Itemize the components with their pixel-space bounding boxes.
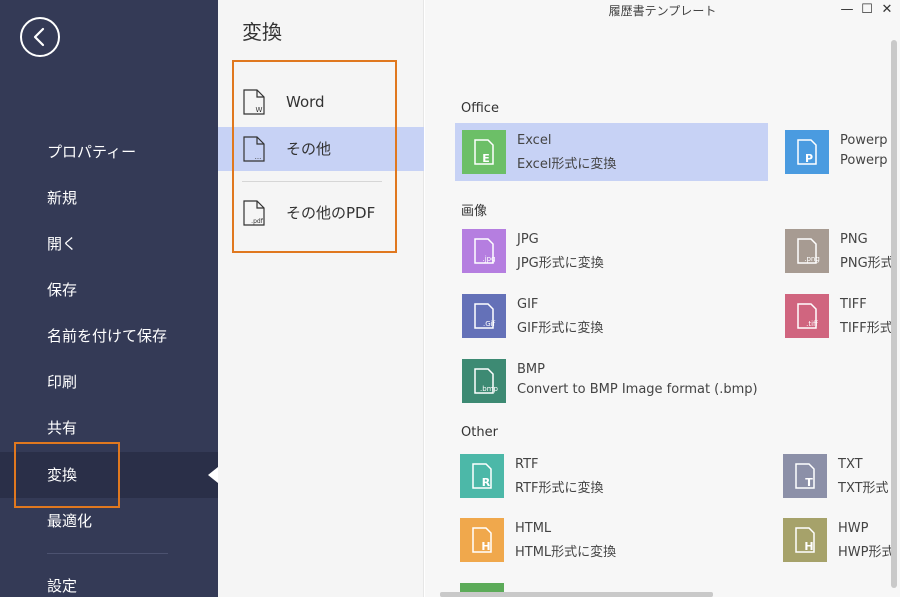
sidebar-item-share[interactable]: 共有 — [0, 405, 218, 451]
convert-submenu-panel: 変換 W Word ... その他 .pdf その他のPDF — [218, 0, 424, 597]
close-button[interactable]: ✕ — [879, 2, 895, 18]
other-icon-caption: ... — [255, 153, 262, 161]
powerpoint-icon-badge: P — [805, 152, 813, 165]
submenu-divider — [242, 181, 382, 182]
tile-name: BMP — [517, 362, 545, 377]
jpg-icon-badge: .jpg — [482, 255, 495, 263]
panel-title: 変換 — [242, 20, 282, 44]
back-arrow-icon — [33, 27, 45, 47]
tile-description: RTF形式に変換 — [515, 481, 604, 496]
tile-description: PNG形式 — [840, 256, 894, 271]
sidebar-item-save[interactable]: 保存 — [0, 267, 218, 313]
vertical-scrollbar[interactable] — [891, 40, 897, 588]
sidebar-item-print[interactable]: 印刷 — [0, 359, 218, 405]
tile-name: HTML — [515, 521, 552, 536]
sidebar-item-new[interactable]: 新規 — [0, 175, 218, 221]
rtf-icon-badge: R — [482, 476, 491, 489]
submenu-item-label: Word — [286, 93, 325, 111]
html-icon-badge: H — [481, 540, 490, 553]
tile-name: Excel — [517, 133, 552, 148]
section-title-image: 画像 — [461, 204, 488, 219]
sidebar-item-save-as[interactable]: 名前を付けて保存 — [0, 313, 218, 359]
sidebar-divider — [47, 553, 168, 554]
back-button[interactable] — [20, 17, 60, 57]
format-list-panel: 履歴書テンプレート — ☐ ✕ Office E Excel Excel形式に変… — [425, 0, 900, 597]
bmp-icon-badge: .bmp — [480, 385, 498, 393]
format-tile-html[interactable]: H HTML HTML形式に変換 — [453, 511, 766, 569]
png-file-icon: .png — [785, 229, 829, 273]
sidebar-item-settings[interactable]: 設定 — [0, 563, 218, 597]
other-document-icon: ... — [243, 136, 265, 162]
rtf-file-icon: R — [460, 454, 504, 498]
submenu-item-word[interactable]: W Word — [218, 80, 424, 124]
word-icon-caption: W — [256, 106, 263, 114]
txt-icon-badge: T — [805, 476, 813, 489]
gif-file-icon: .Gif — [462, 294, 506, 338]
submenu-item-label: その他のPDF — [286, 204, 376, 222]
excel-file-icon: E — [462, 130, 506, 174]
submenu-item-other[interactable]: ... その他 — [218, 127, 424, 171]
tile-name: RTF — [515, 457, 539, 472]
sidebar-item-convert[interactable]: 変換 — [0, 452, 218, 498]
tile-name: GIF — [517, 297, 539, 312]
word-document-icon: W — [243, 89, 265, 115]
tile-name: PNG — [840, 232, 868, 247]
section-title-office: Office — [461, 101, 499, 116]
tile-name: Powerp — [840, 133, 888, 148]
png-icon-badge: .png — [804, 255, 820, 263]
sidebar-item-properties[interactable]: プロパティー — [0, 129, 218, 175]
bmp-file-icon: .bmp — [462, 359, 506, 403]
format-tile-hwp[interactable]: H HWP HWP形式 — [776, 511, 900, 569]
tile-description: HTML形式に変換 — [515, 545, 617, 560]
format-tile-rtf[interactable]: R RTF RTF形式に変換 — [453, 447, 766, 505]
hwp-icon-badge: H — [804, 540, 813, 553]
format-tile-txt[interactable]: T TXT TXT形式 — [776, 447, 900, 505]
txt-file-icon: T — [783, 454, 827, 498]
tile-name: TXT — [838, 457, 863, 472]
format-tile-powerpoint[interactable]: P Powerp Powerp — [778, 123, 900, 181]
format-tile-bmp[interactable]: .bmp BMP Convert to BMP Image format (.b… — [455, 352, 775, 410]
sidebar: プロパティー 新規 開く 保存 名前を付けて保存 印刷 共有 変換 最適化 設定 — [0, 0, 218, 597]
tile-description: GIF形式に変換 — [517, 321, 604, 336]
tiff-file-icon: .tiff — [785, 294, 829, 338]
format-tile-jpg[interactable]: .jpg JPG JPG形式に変換 — [455, 222, 768, 280]
tile-name: JPG — [517, 232, 539, 247]
tile-description: Excel形式に変換 — [517, 157, 617, 172]
horizontal-scrollbar[interactable] — [440, 592, 713, 597]
minimize-button[interactable]: — — [839, 2, 855, 18]
active-pointer-icon — [208, 467, 218, 483]
format-tile-png[interactable]: .png PNG PNG形式 — [778, 222, 900, 280]
tile-description: Powerp — [840, 153, 888, 168]
sidebar-item-optimize[interactable]: 最適化 — [0, 498, 218, 544]
format-tile-tiff[interactable]: .tiff TIFF TIFF形式 — [778, 287, 900, 345]
tile-name: HWP — [838, 521, 869, 536]
tile-description: TIFF形式 — [840, 321, 893, 336]
tile-description: TXT形式 — [838, 481, 889, 496]
submenu-item-label: その他 — [286, 140, 332, 158]
window-title: 履歴書テンプレート — [608, 4, 717, 18]
tiff-icon-badge: .tiff — [806, 320, 818, 328]
tile-description: HWP形式 — [838, 545, 895, 560]
gif-icon-badge: .Gif — [483, 320, 496, 328]
format-tile-gif[interactable]: .Gif GIF GIF形式に変換 — [455, 287, 768, 345]
tile-name: TIFF — [840, 297, 867, 312]
maximize-button[interactable]: ☐ — [859, 2, 875, 18]
tile-description: JPG形式に変換 — [517, 256, 604, 271]
tile-description: Convert to BMP Image format (.bmp) — [517, 382, 758, 397]
section-title-other: Other — [461, 425, 498, 440]
jpg-file-icon: .jpg — [462, 229, 506, 273]
pdf-document-icon: .pdf — [243, 200, 265, 226]
format-tile-excel[interactable]: E Excel Excel形式に変換 — [455, 123, 768, 181]
powerpoint-file-icon: P — [785, 130, 829, 174]
submenu-item-other-pdf[interactable]: .pdf その他のPDF — [218, 191, 424, 235]
hwp-file-icon: H — [783, 518, 827, 562]
sidebar-item-open[interactable]: 開く — [0, 221, 218, 267]
html-file-icon: H — [460, 518, 504, 562]
pdf-icon-caption: .pdf — [251, 218, 264, 225]
excel-icon-badge: E — [482, 152, 490, 165]
